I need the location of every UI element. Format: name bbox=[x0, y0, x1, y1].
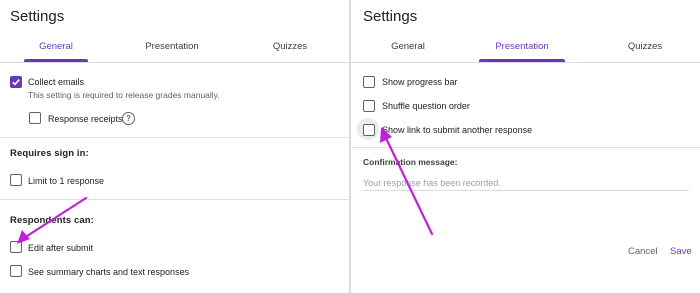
active-tab-indicator bbox=[24, 59, 88, 62]
see-summary-checkbox[interactable] bbox=[10, 265, 22, 277]
settings-title: Settings bbox=[10, 8, 65, 25]
tab-quizzes[interactable]: Quizzes bbox=[613, 36, 677, 61]
show-link-label: Show link to submit another response bbox=[382, 125, 533, 135]
show-link-checkbox[interactable] bbox=[363, 124, 375, 136]
tab-general[interactable]: General bbox=[377, 36, 439, 61]
save-button[interactable]: Save bbox=[670, 246, 692, 257]
limit-one-response-checkbox[interactable] bbox=[10, 174, 22, 186]
settings-panel-presentation: Settings General Presentation Quizzes Sh… bbox=[351, 0, 700, 293]
tab-presentation-label: Presentation bbox=[495, 41, 549, 52]
question-circle-icon[interactable]: ? bbox=[122, 112, 135, 125]
see-summary-label: See summary charts and text responses bbox=[28, 267, 190, 277]
section-divider bbox=[0, 137, 349, 138]
edit-after-submit-label: Edit after submit bbox=[28, 243, 94, 253]
tab-quizzes-label: Quizzes bbox=[272, 41, 308, 52]
settings-panel-general: Settings General Presentation Quizzes Co… bbox=[0, 0, 349, 293]
settings-title: Settings bbox=[363, 8, 418, 25]
collect-emails-hint: This setting is required to release grad… bbox=[28, 90, 220, 100]
shuffle-question-order-label: Shuffle question order bbox=[382, 101, 470, 111]
settings-tabs: General Presentation Quizzes bbox=[351, 36, 700, 63]
tab-general-label: General bbox=[39, 41, 73, 52]
confirmation-message-input[interactable]: Your response has been recorded. bbox=[363, 178, 501, 188]
collect-emails-label: Collect emails bbox=[28, 77, 85, 87]
edit-after-submit-checkbox[interactable] bbox=[10, 241, 22, 253]
shuffle-question-order-checkbox[interactable] bbox=[363, 100, 375, 112]
confirmation-input-underline bbox=[363, 190, 689, 191]
checkmark-icon bbox=[12, 79, 20, 86]
settings-tabs: General Presentation Quizzes bbox=[0, 36, 349, 63]
confirmation-message-label: Confirmation message: bbox=[363, 157, 458, 167]
tab-quizzes[interactable]: Quizzes bbox=[258, 36, 322, 61]
section-divider bbox=[351, 147, 700, 148]
tab-presentation[interactable]: Presentation bbox=[479, 36, 565, 62]
tab-general[interactable]: General bbox=[24, 36, 88, 62]
collect-emails-checkbox[interactable] bbox=[10, 76, 22, 88]
section-divider bbox=[0, 199, 349, 200]
response-receipts-label: Response receipts bbox=[48, 114, 123, 124]
tab-presentation[interactable]: Presentation bbox=[130, 36, 214, 61]
show-progress-bar-label: Show progress bar bbox=[382, 77, 458, 87]
tab-quizzes-label: Quizzes bbox=[627, 41, 663, 52]
respondents-can-heading: Respondents can: bbox=[10, 215, 94, 226]
requires-sign-in-heading: Requires sign in: bbox=[10, 148, 89, 159]
cancel-button[interactable]: Cancel bbox=[628, 246, 658, 257]
response-receipts-checkbox[interactable] bbox=[29, 112, 41, 124]
tab-presentation-label: Presentation bbox=[145, 41, 199, 52]
limit-one-response-label: Limit to 1 response bbox=[28, 176, 105, 186]
show-progress-bar-checkbox[interactable] bbox=[363, 76, 375, 88]
active-tab-indicator bbox=[479, 59, 565, 62]
tab-general-label: General bbox=[391, 41, 425, 52]
